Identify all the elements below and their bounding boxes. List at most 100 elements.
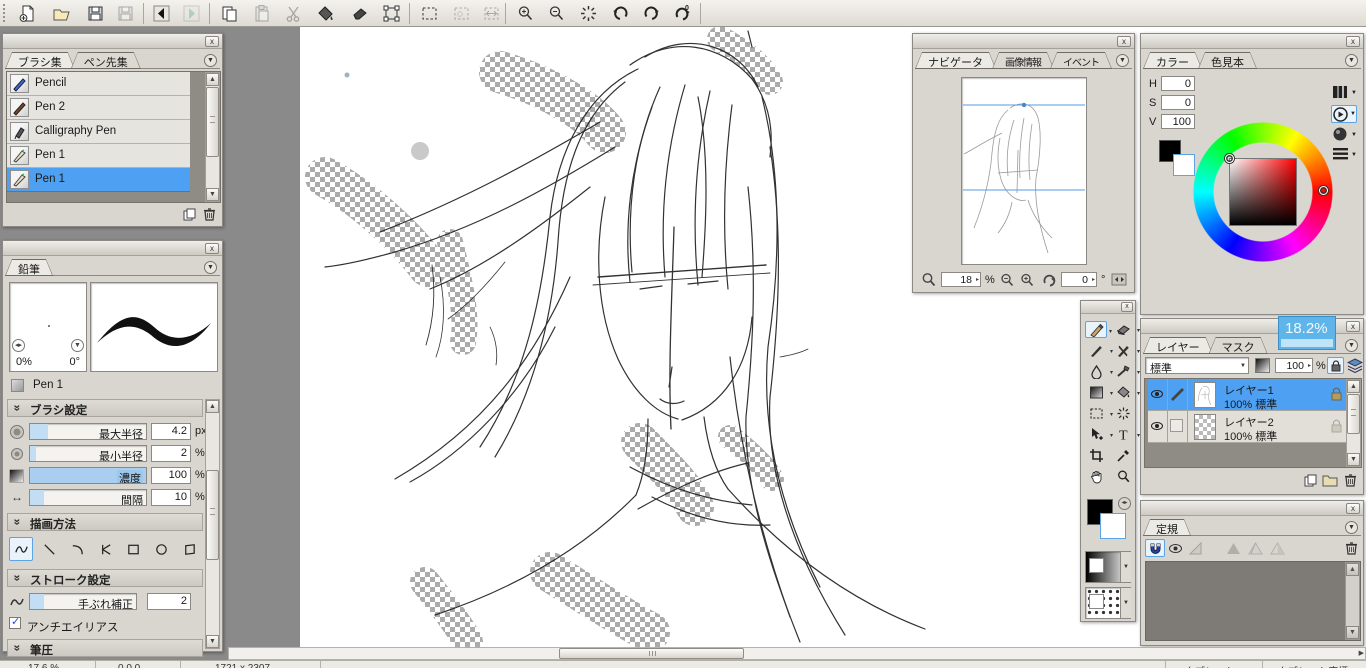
select-rectangle-icon[interactable]: [416, 2, 442, 25]
slider-spacing[interactable]: ↔ 間隔 10 %: [9, 489, 215, 507]
brush-item-selected[interactable]: Pen 1: [7, 168, 190, 192]
density-value[interactable]: 100: [151, 467, 191, 484]
section-brush-settings[interactable]: ブラシ設定: [7, 399, 203, 417]
scroll-right-icon[interactable]: ▶: [1359, 649, 1364, 657]
tool-bucket[interactable]: ▾: [1112, 384, 1140, 401]
scroll-up-icon[interactable]: ▲: [1346, 563, 1359, 576]
tab-events[interactable]: イベント: [1050, 52, 1112, 69]
polyline-mode-icon[interactable]: [93, 537, 117, 561]
slider-max-radius[interactable]: 最大半径 4.2 px: [9, 423, 215, 441]
h-field[interactable]: 0: [1161, 76, 1195, 91]
tool-airbrush[interactable]: ▾: [1112, 342, 1140, 359]
layer-set-icon[interactable]: [1346, 358, 1364, 376]
reset-view-icon[interactable]: [575, 2, 601, 25]
options-panel-titlebar[interactable]: x: [3, 241, 222, 256]
tool-palette-titlebar[interactable]: x: [1081, 301, 1135, 314]
chevron-down-icon[interactable]: ▼: [1116, 54, 1129, 67]
fill-icon[interactable]: [312, 2, 338, 25]
tool-crop[interactable]: [1085, 447, 1107, 464]
section-draw-method[interactable]: 描画方法: [7, 513, 203, 531]
tab-swatches[interactable]: 色見本: [1198, 52, 1257, 69]
layer-list-scrollbar[interactable]: ▲ ▼: [1346, 379, 1361, 467]
ruler-panel-titlebar[interactable]: x: [1141, 501, 1363, 516]
scroll-down-icon[interactable]: ▼: [1347, 453, 1360, 466]
undo-icon[interactable]: [607, 2, 633, 25]
sv-square[interactable]: [1229, 158, 1297, 226]
min-radius-value[interactable]: 2: [151, 445, 191, 462]
tool-finger[interactable]: ▾: [1112, 363, 1140, 380]
transform-icon[interactable]: [378, 2, 404, 25]
brush-shape-preview[interactable]: ◂▸ ▼ 0% 0°: [9, 282, 87, 372]
color-wheel-icon[interactable]: ▼: [1331, 105, 1357, 123]
spinner-icon[interactable]: ▸: [1092, 276, 1095, 283]
chevron-down-icon[interactable]: ▼: [1345, 521, 1358, 534]
lasso-mode-icon[interactable]: [177, 537, 201, 561]
tool-gradient[interactable]: ▾: [1085, 384, 1113, 401]
v-field[interactable]: 100: [1161, 114, 1195, 129]
chevron-down-icon[interactable]: ▼: [1120, 588, 1131, 618]
blend-mode-select[interactable]: 標準 ▼: [1145, 357, 1249, 375]
brush-item[interactable]: Pen 2: [7, 96, 190, 120]
brush-item[interactable]: Calligraphy Pen: [7, 120, 190, 144]
scroll-up-icon[interactable]: ▲: [206, 400, 219, 413]
save-icon[interactable]: [82, 2, 108, 25]
triangle-solid-icon[interactable]: [1223, 539, 1243, 557]
background-color-swatch[interactable]: [1100, 513, 1126, 539]
freehand-mode-icon[interactable]: [9, 537, 33, 561]
scroll-up-icon[interactable]: ▲: [1347, 380, 1360, 393]
new-layer-icon[interactable]: [1303, 473, 1318, 491]
zoom-in-icon[interactable]: [512, 2, 538, 25]
tool-text[interactable]: T ▾: [1112, 426, 1141, 443]
delete-ruler-icon[interactable]: [1344, 540, 1359, 559]
tab-layers[interactable]: レイヤー: [1143, 337, 1213, 354]
tool-select-rectangle[interactable]: ▾: [1085, 405, 1113, 422]
layer-opacity-field[interactable]: 100 ▸: [1275, 358, 1313, 373]
snap-magnet-icon[interactable]: [1145, 539, 1165, 557]
s-field[interactable]: 0: [1161, 95, 1195, 110]
close-icon[interactable]: x: [1346, 321, 1360, 332]
delete-brush-icon[interactable]: [202, 206, 217, 225]
navigator-thumbnail[interactable]: [961, 77, 1087, 265]
next-icon[interactable]: [178, 2, 204, 25]
tab-navigator[interactable]: ナビゲータ: [915, 52, 996, 69]
rectangle-mode-icon[interactable]: [121, 537, 145, 561]
tab-pencil-tool[interactable]: 鉛筆: [5, 259, 53, 276]
reset-rotation-icon[interactable]: 0: [669, 2, 695, 25]
flip-selection-icon[interactable]: [478, 2, 504, 25]
tab-pen-tip-set[interactable]: ペン先集: [71, 52, 141, 69]
slider-min-radius[interactable]: 最小半径 2 %: [9, 445, 215, 463]
close-icon[interactable]: x: [205, 243, 219, 254]
tool-pen[interactable]: ▾: [1085, 342, 1113, 359]
line-mode-icon[interactable]: [37, 537, 61, 561]
canvas-horizontal-scrollbar[interactable]: ▶: [228, 647, 1366, 660]
navigator-angle-field[interactable]: 0 ▸: [1061, 272, 1097, 287]
visibility-eye-icon[interactable]: [1151, 422, 1163, 430]
chevron-down-icon[interactable]: ▼: [71, 339, 84, 352]
zoom-in-icon[interactable]: [1019, 272, 1035, 291]
mixer-lines-icon[interactable]: ▼: [1333, 147, 1357, 163]
chevron-down-icon[interactable]: ▼: [204, 54, 217, 67]
max-radius-value[interactable]: 4.2: [151, 423, 191, 440]
close-icon[interactable]: x: [1346, 36, 1360, 47]
section-pen-pressure[interactable]: 筆圧: [7, 639, 203, 657]
delete-layer-icon[interactable]: [1343, 472, 1358, 491]
new-file-icon[interactable]: [14, 2, 40, 25]
tool-magic-wand[interactable]: [1112, 405, 1134, 422]
layer-row-selected[interactable]: レイヤー1 100% 標準: [1148, 379, 1350, 411]
zoom-out-icon[interactable]: [543, 2, 569, 25]
spinner-icon[interactable]: ▸: [976, 276, 979, 283]
ruler-scrollbar[interactable]: ▲ ▼: [1345, 562, 1360, 640]
tab-ruler[interactable]: 定規: [1143, 519, 1191, 536]
swap-colors-icon[interactable]: ◂▸: [1118, 497, 1131, 510]
background-color-swatch[interactable]: [1173, 154, 1195, 176]
close-icon[interactable]: x: [1346, 503, 1360, 514]
scrollbar-thumb[interactable]: [559, 648, 744, 659]
ruler-visibility-eye-icon[interactable]: [1165, 539, 1185, 557]
hue-ring[interactable]: [1193, 122, 1333, 262]
stabilizer-value[interactable]: 2: [147, 593, 191, 610]
new-brush-icon[interactable]: [182, 207, 197, 225]
spacing-value[interactable]: 10: [151, 489, 191, 506]
gradient-selector[interactable]: ▼: [1085, 551, 1131, 583]
pattern-selector[interactable]: ▼: [1085, 587, 1131, 619]
tool-move[interactable]: ▾: [1085, 426, 1113, 443]
